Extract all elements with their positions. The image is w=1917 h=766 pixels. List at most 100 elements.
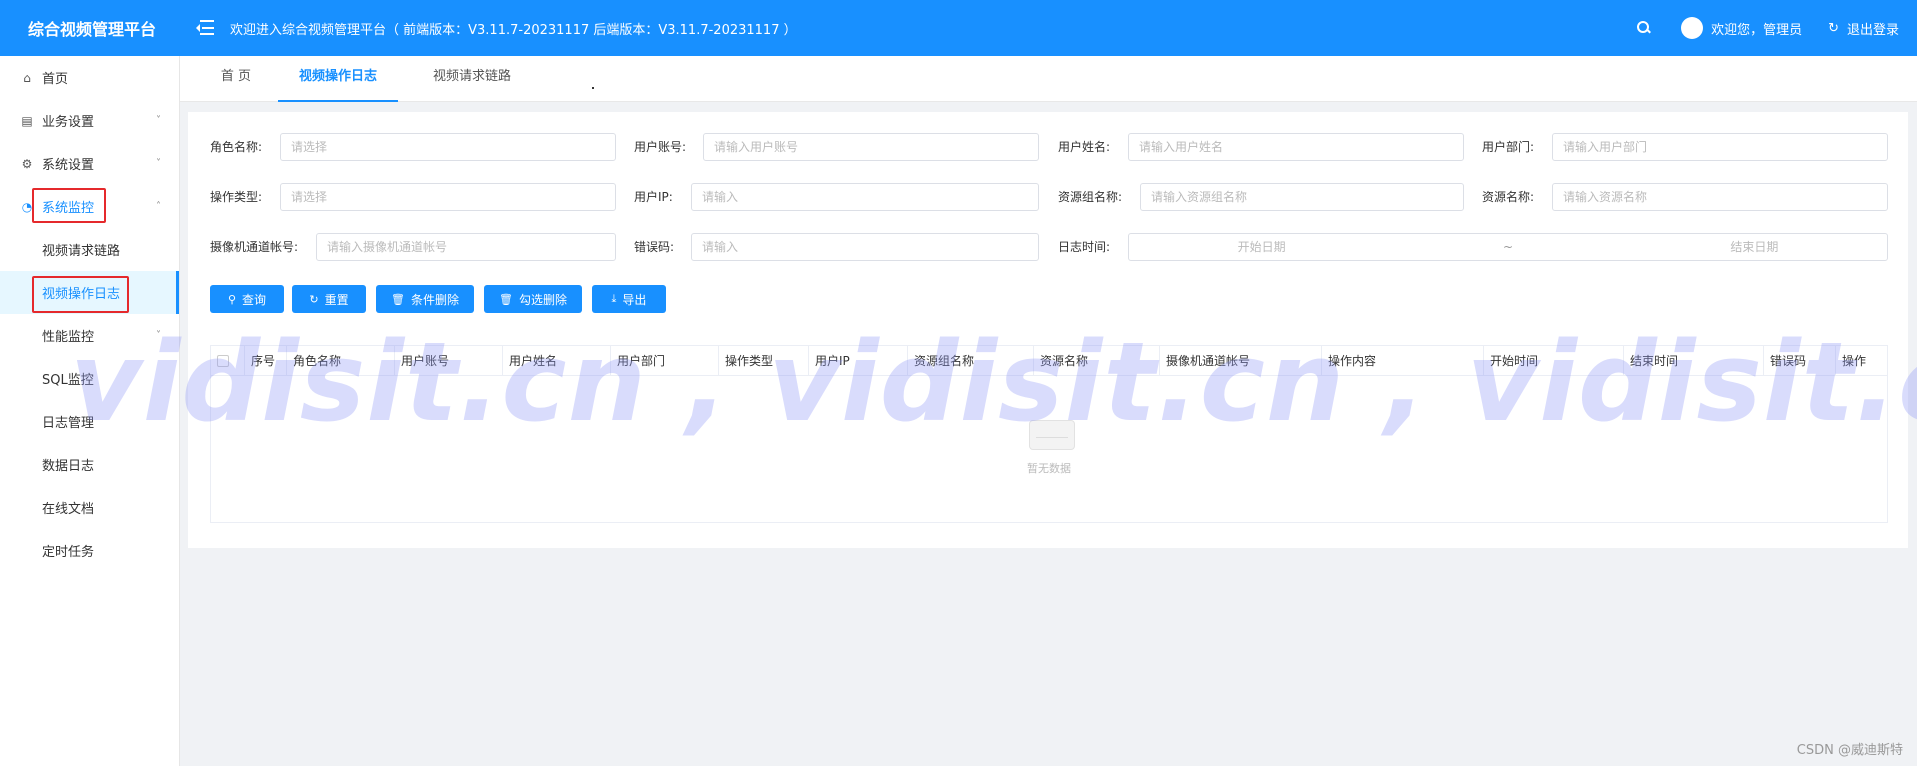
chevron-up-icon: ˄ (156, 201, 161, 212)
menu-toggle-icon[interactable] (196, 20, 214, 36)
column-header[interactable]: 序号 (245, 346, 287, 376)
error-code-input[interactable]: 请输入 (691, 233, 1039, 261)
sidebar-item-system-settings[interactable]: ⚙ 系统设置 ˅ (0, 142, 179, 185)
sidebar-item-label: 视频请求链路 (42, 244, 121, 259)
empty-text: 暂无数据 (1027, 462, 1071, 475)
column-header[interactable]: 操作 (1836, 346, 1887, 376)
highlight-box-system-monitor (32, 188, 106, 223)
user-greeting[interactable]: 欢迎您，管理员 (1711, 19, 1802, 38)
sidebar-item-label: 首页 (42, 72, 69, 87)
column-header[interactable]: 用户账号 (395, 346, 503, 376)
res-name-input[interactable]: 请输入资源名称 (1552, 183, 1888, 211)
tab-home[interactable]: 首 页 (208, 56, 264, 102)
camera-channel-input[interactable]: 请输入摄像机通道帐号 (316, 233, 616, 261)
empty-state: 暂无数据 (211, 376, 1887, 522)
role-name-select[interactable]: 请选择 (280, 133, 616, 161)
sidebar-item-data-log[interactable]: 数据日志 (0, 443, 179, 486)
delete-selected-button[interactable]: 🗑 勾选删除 (484, 285, 582, 313)
gear-icon: ⚙ (21, 156, 33, 171)
log-time-range-picker[interactable]: 开始日期 ~ 结束日期 (1128, 233, 1888, 261)
column-header[interactable]: 结束时间 (1624, 346, 1764, 376)
delete-by-condition-label: 条件删除 (410, 292, 459, 307)
trash-icon: 🗑 (391, 292, 405, 306)
welcome-banner: 欢迎进入综合视频管理平台（ 前端版本：V3.11.7-20231117 后端版本… (230, 22, 797, 38)
tab-bar: 首 页 视频操作日志 视频请求链路 (180, 56, 1917, 102)
logout-link[interactable]: 退出登录 (1847, 19, 1899, 38)
user-ip-input[interactable]: 请输入 (691, 183, 1039, 211)
start-date-field[interactable]: 开始日期 (1238, 234, 1286, 260)
date-range-separator: ~ (1502, 240, 1514, 254)
user-dept-label: 用户部门: (1482, 140, 1535, 154)
op-type-select[interactable]: 请选择 (280, 183, 616, 211)
query-button-label: 查询 (242, 292, 267, 307)
home-icon: ⌂ (23, 70, 31, 85)
select-all-checkbox[interactable] (211, 346, 245, 376)
tab-video-operation-log[interactable]: 视频操作日志 (278, 56, 398, 102)
sidebar: ⌂ 首页 ▤ 业务设置 ˅ ⚙ 系统设置 ˅ ◔ 系统监控 ˄ 视频请求链路 视… (0, 56, 180, 766)
end-date-field[interactable]: 结束日期 (1730, 234, 1778, 260)
user-name-label: 用户姓名: (1058, 140, 1111, 154)
user-ip-label: 用户IP: (634, 190, 673, 204)
sidebar-item-video-request-trace[interactable]: 视频请求链路 (0, 228, 179, 271)
avatar[interactable] (1681, 17, 1704, 39)
query-panel: 角色名称: 请选择 用户账号: 请输入用户账号 用户姓名: 请输入用户姓名 用户… (188, 112, 1908, 548)
user-account-input[interactable]: 请输入用户账号 (703, 133, 1039, 161)
query-button[interactable]: ⚲ 查询 (210, 285, 284, 313)
top-header: 综合视频管理平台 欢迎进入综合视频管理平台（ 前端版本：V3.11.7-2023… (0, 0, 1917, 56)
logout-icon[interactable]: ↻ (1828, 21, 1839, 36)
search-icon: ⚲ (227, 292, 237, 306)
highlight-box-operation-log (32, 276, 129, 313)
sidebar-item-online-docs[interactable]: 在线文档 (0, 486, 179, 529)
error-code-label: 错误码: (634, 240, 675, 254)
search-icon[interactable] (1637, 21, 1651, 35)
log-table: 序号 角色名称 用户账号 用户姓名 用户部门 操作类型 用户IP 资源组名称 资… (210, 345, 1888, 523)
log-time-label: 日志时间: (1058, 240, 1111, 254)
sidebar-item-label: 在线文档 (42, 502, 95, 517)
sidebar-item-label: 系统设置 (42, 158, 95, 173)
column-header[interactable]: 角色名称 (287, 346, 395, 376)
sidebar-item-performance-monitor[interactable]: 性能监控 ˅ (0, 314, 179, 357)
column-header[interactable]: 操作内容 (1322, 346, 1484, 376)
column-header[interactable]: 操作类型 (719, 346, 809, 376)
column-header[interactable]: 用户姓名 (503, 346, 611, 376)
sidebar-item-label: 性能监控 (42, 330, 95, 345)
trash-icon: 🗑 (499, 292, 513, 306)
column-header[interactable]: 用户部门 (611, 346, 719, 376)
export-button[interactable]: ⤓ 导出 (592, 285, 666, 313)
calendar-icon: ▤ (21, 113, 33, 128)
sidebar-item-business-settings[interactable]: ▤ 业务设置 ˅ (0, 99, 179, 142)
export-button-label: 导出 (622, 292, 647, 307)
chevron-down-icon: ˅ (156, 158, 161, 169)
sidebar-item-label: 日志管理 (42, 416, 95, 431)
tab-video-request-trace[interactable]: 视频请求链路 (412, 56, 532, 102)
empty-box-icon (1029, 420, 1075, 450)
sidebar-item-label: 业务设置 (42, 115, 95, 130)
refresh-icon: ↻ (309, 292, 319, 306)
app-title: 综合视频管理平台 (28, 20, 157, 39)
download-icon: ⤓ (611, 292, 617, 305)
column-header[interactable]: 错误码 (1764, 346, 1836, 376)
delete-selected-label: 勾选删除 (518, 292, 567, 307)
sidebar-item-label: 定时任务 (42, 545, 95, 560)
column-header[interactable]: 用户IP (809, 346, 908, 376)
column-header[interactable]: 开始时间 (1484, 346, 1624, 376)
column-header[interactable]: 资源组名称 (908, 346, 1034, 376)
column-header[interactable]: 资源名称 (1034, 346, 1160, 376)
chevron-down-icon: ˅ (156, 115, 161, 126)
table-header: 序号 角色名称 用户账号 用户姓名 用户部门 操作类型 用户IP 资源组名称 资… (211, 346, 1887, 376)
res-name-label: 资源名称: (1482, 190, 1535, 204)
user-name-input[interactable]: 请输入用户姓名 (1128, 133, 1464, 161)
reset-button[interactable]: ↻ 重置 (292, 285, 366, 313)
user-dept-input[interactable]: 请输入用户部门 (1552, 133, 1888, 161)
sidebar-item-home[interactable]: ⌂ 首页 (0, 56, 179, 99)
sidebar-item-log-management[interactable]: 日志管理 (0, 400, 179, 443)
delete-by-condition-button[interactable]: 🗑 条件删除 (376, 285, 474, 313)
camera-channel-label: 摄像机通道帐号: (210, 240, 299, 254)
header-actions: 欢迎您，管理员 ↻ 退出登录 (1637, 0, 1899, 56)
res-group-input[interactable]: 请输入资源组名称 (1140, 183, 1464, 211)
column-header[interactable]: 摄像机通道帐号 (1160, 346, 1322, 376)
sidebar-item-scheduled-tasks[interactable]: 定时任务 (0, 529, 179, 572)
chevron-down-icon: ˅ (156, 330, 161, 341)
reset-button-label: 重置 (324, 292, 349, 307)
sidebar-item-sql-monitor[interactable]: SQL监控 (0, 357, 179, 400)
